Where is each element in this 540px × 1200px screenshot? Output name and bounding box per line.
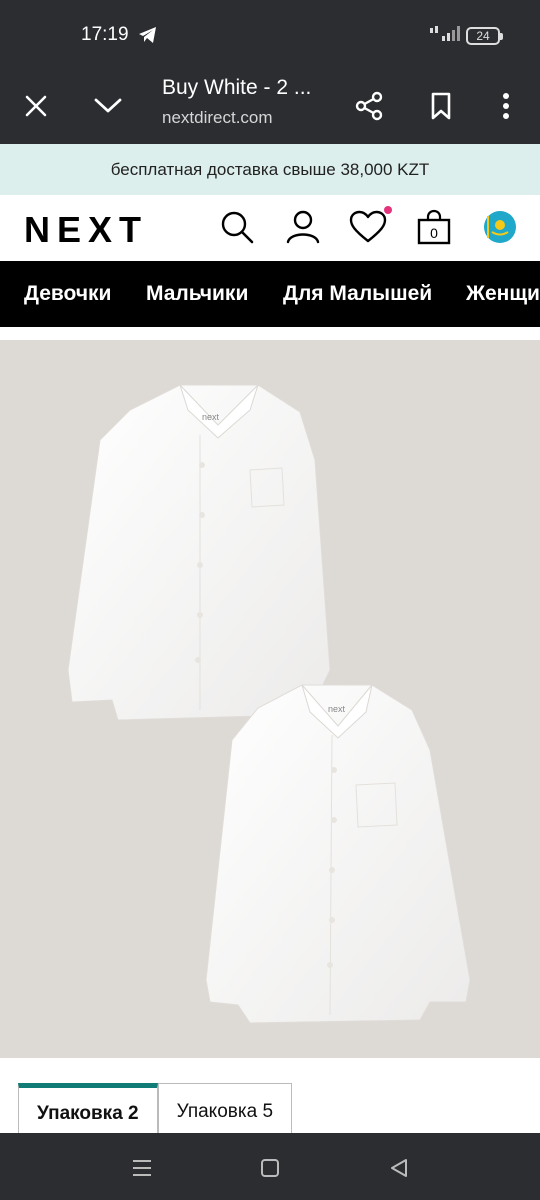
wishlist-notification-dot	[384, 206, 392, 214]
browser-toolbar: Buy White - 2 ... nextdirect.com	[0, 70, 540, 144]
home-icon[interactable]	[255, 1153, 285, 1183]
shopping-bag-icon[interactable]: 0	[414, 207, 454, 247]
status-indicators: 24	[430, 24, 503, 47]
share-icon[interactable]	[347, 84, 391, 128]
tab-pack-2-label: Упаковка 2	[37, 1103, 139, 1124]
status-time: 17:19	[81, 24, 129, 45]
nav-item-women[interactable]: Женщи	[466, 261, 540, 327]
product-image[interactable]: next next	[0, 340, 540, 1058]
chevron-down-icon[interactable]	[86, 84, 130, 128]
shirt-brand-tag-2: next	[328, 704, 346, 714]
site-header: NEXT 0	[0, 195, 540, 261]
wishlist-heart-icon[interactable]	[348, 207, 388, 247]
shirts-illustration: next next	[67, 384, 471, 1024]
category-nav: Девочки Мальчики Для Малышей Женщи	[0, 261, 540, 327]
page-title[interactable]: Buy White - 2 ...	[162, 76, 311, 100]
nav-item-baby[interactable]: Для Малышей	[283, 261, 432, 327]
more-options-icon[interactable]	[484, 84, 528, 128]
tab-pack-5-label: Упаковка 5	[176, 1101, 274, 1122]
country-flag-icon[interactable]	[480, 207, 520, 247]
recent-apps-icon[interactable]	[127, 1153, 157, 1183]
search-icon[interactable]	[217, 207, 257, 247]
next-logo[interactable]: NEXT	[24, 209, 148, 251]
promo-text: бесплатная доставка свыше 38,000 KZT	[110, 159, 430, 179]
battery-icon: 24	[466, 26, 503, 45]
shirt-brand-tag-1: next	[202, 412, 220, 422]
battery-level: 24	[476, 28, 490, 43]
shirt-back: next	[67, 384, 331, 721]
promo-banner[interactable]: бесплатная доставка свыше 38,000 KZT	[0, 144, 540, 195]
shirt-front: next	[205, 684, 471, 1024]
account-icon[interactable]	[283, 207, 323, 247]
signal-icon	[430, 24, 460, 47]
system-navigation-bar	[0, 1133, 540, 1200]
page-url[interactable]: nextdirect.com	[162, 108, 273, 128]
nav-item-boys[interactable]: Мальчики	[146, 261, 248, 327]
telegram-icon	[138, 26, 158, 49]
back-icon[interactable]	[384, 1153, 414, 1183]
status-bar: 17:19 24	[0, 0, 540, 70]
close-icon[interactable]	[14, 84, 58, 128]
nav-item-girls[interactable]: Девочки	[24, 261, 111, 327]
bag-count: 0	[430, 225, 438, 241]
bookmark-icon[interactable]	[419, 84, 463, 128]
